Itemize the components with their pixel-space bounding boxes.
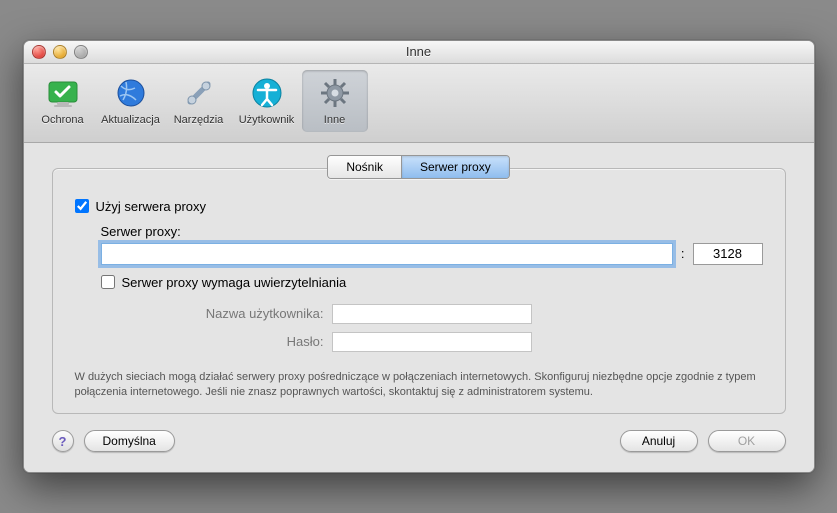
toolbar-item-uzytkownik[interactable]: Użytkownik (234, 70, 300, 132)
tab-bar: Nośnik Serwer proxy (24, 143, 814, 179)
proxy-auth-checkbox[interactable] (101, 275, 115, 289)
toolbar-label: Aktualizacja (101, 114, 160, 126)
tab-nosnik[interactable]: Nośnik (328, 156, 401, 178)
gear-icon (318, 76, 352, 110)
toolbar: Ochrona Aktualizacja (24, 64, 814, 143)
toolbar-label: Inne (324, 114, 345, 126)
port-separator: : (681, 246, 685, 261)
toolbar-label: Użytkownik (239, 114, 295, 126)
zoom-icon[interactable] (74, 45, 88, 59)
minimize-icon[interactable] (53, 45, 67, 59)
proxy-description: W dużych sieciach mogą działać serwery p… (75, 370, 763, 400)
footer: ? Domyślna Anuluj OK (24, 414, 814, 456)
proxy-server-input[interactable] (101, 243, 673, 265)
toolbar-item-inne[interactable]: Inne (302, 70, 368, 132)
toolbar-item-ochrona[interactable]: Ochrona (30, 70, 96, 132)
toolbar-label: Narzędzia (174, 114, 224, 126)
username-label: Nazwa użytkownika: (206, 306, 324, 321)
use-proxy-checkbox[interactable] (75, 199, 89, 213)
cancel-button[interactable]: Anuluj (620, 430, 698, 452)
traffic-lights (32, 45, 88, 59)
window-title: Inne (24, 44, 814, 59)
help-button[interactable]: ? (52, 430, 74, 452)
password-label: Hasło: (287, 334, 324, 349)
preferences-window: Inne Ochrona (23, 40, 815, 474)
proxy-server-label: Serwer proxy: (101, 224, 763, 239)
help-icon: ? (59, 434, 67, 449)
toolbar-item-aktualizacja[interactable]: Aktualizacja (98, 70, 164, 132)
shield-check-icon (46, 76, 80, 110)
tab-serwer-proxy[interactable]: Serwer proxy (401, 156, 509, 178)
ok-button[interactable]: OK (708, 430, 786, 452)
password-input[interactable] (332, 332, 532, 352)
titlebar: Inne (24, 41, 814, 64)
toolbar-item-narzedzia[interactable]: Narzędzia (166, 70, 232, 132)
close-icon[interactable] (32, 45, 46, 59)
toolbar-label: Ochrona (41, 114, 83, 126)
proxy-group: Użyj serwera proxy Serwer proxy: : Serwe… (52, 168, 786, 415)
defaults-button[interactable]: Domyślna (84, 430, 175, 452)
use-proxy-checkbox-row: Użyj serwera proxy (75, 199, 763, 214)
content-area: Nośnik Serwer proxy Użyj serwera proxy S… (24, 143, 814, 473)
globe-icon (114, 76, 148, 110)
proxy-auth-label: Serwer proxy wymaga uwierzytelniania (122, 275, 347, 290)
proxy-port-input[interactable] (693, 243, 763, 265)
username-input[interactable] (332, 304, 532, 324)
tools-icon (182, 76, 216, 110)
accessibility-icon (250, 76, 284, 110)
use-proxy-label: Użyj serwera proxy (96, 199, 207, 214)
